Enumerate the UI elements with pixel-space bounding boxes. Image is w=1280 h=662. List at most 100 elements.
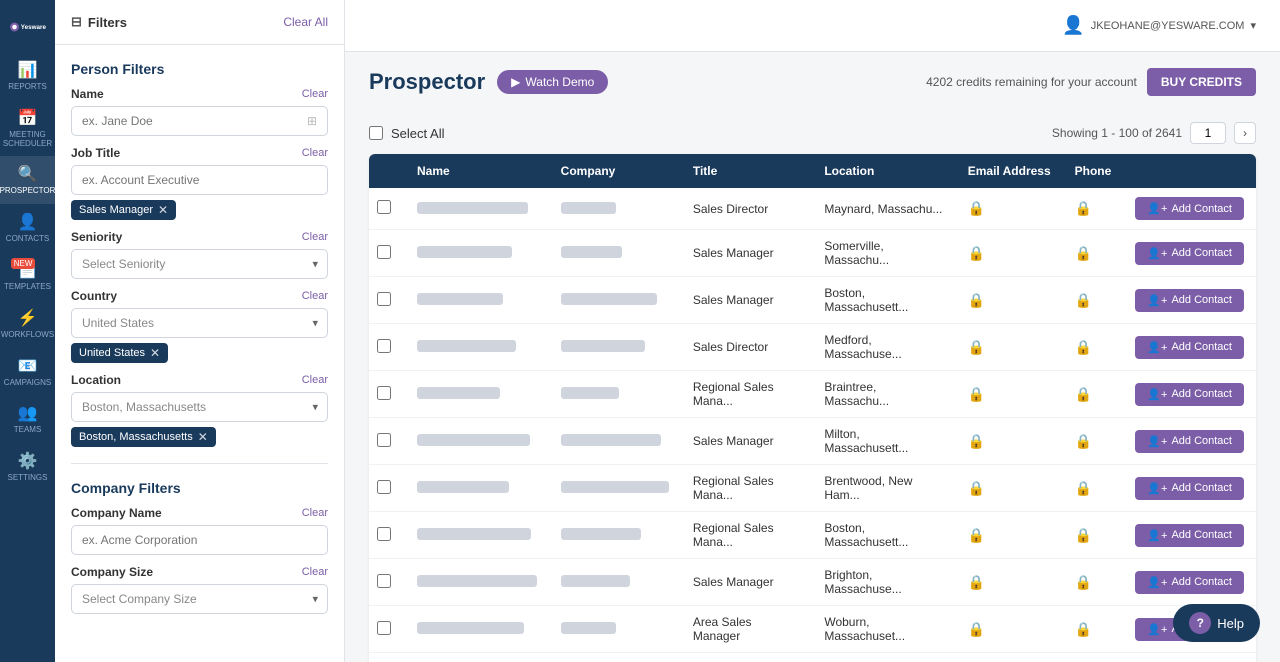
company-name-clear-button[interactable]: Clear — [302, 507, 328, 519]
location-select-wrapper: Boston, Massachusetts ▾ — [71, 392, 328, 422]
buy-credits-button[interactable]: BUY CREDITS — [1147, 68, 1256, 96]
add-contact-button[interactable]: 👤+ Add Contact — [1135, 477, 1244, 500]
row-checkbox[interactable] — [377, 386, 391, 400]
add-contact-button[interactable]: 👤+ Add Contact — [1135, 197, 1244, 220]
row-location-cell: Somerville, Massachu... — [812, 230, 955, 277]
row-company-cell — [549, 465, 681, 512]
row-action-cell: 👤+ Add Contact — [1123, 418, 1256, 465]
name-input[interactable] — [82, 114, 303, 128]
sidebar-item-reports[interactable]: 📊 REPORTS — [0, 52, 55, 100]
row-checkbox[interactable] — [377, 527, 391, 541]
sidebar-item-teams[interactable]: 👥 TEAMS — [0, 395, 55, 443]
row-checkbox[interactable] — [377, 480, 391, 494]
company-col-header: Company — [549, 154, 681, 188]
location-clear-button[interactable]: Clear — [302, 374, 328, 386]
row-checkbox[interactable] — [377, 621, 391, 635]
blurred-name — [417, 293, 503, 305]
country-select[interactable]: United States — [71, 308, 328, 338]
job-title-input-wrapper — [71, 165, 328, 195]
job-title-tag: Sales Manager ✕ — [71, 195, 328, 220]
sidebar-item-contacts[interactable]: 👤 CONTACTS — [0, 204, 55, 252]
company-size-select[interactable]: Select Company Size — [71, 584, 328, 614]
add-contact-button[interactable]: 👤+ Add Contact — [1135, 242, 1244, 265]
row-company-cell — [549, 606, 681, 653]
company-name-input[interactable] — [82, 533, 317, 547]
table-body: Sales Director Maynard, Massachu... 🔒 🔒 … — [369, 188, 1256, 662]
row-checkbox[interactable] — [377, 574, 391, 588]
row-checkbox[interactable] — [377, 245, 391, 259]
sidebar-item-workflows[interactable]: ⚡ WORKFLOWS — [0, 300, 55, 348]
blurred-name — [417, 434, 530, 446]
add-contact-icon: 👤+ — [1147, 388, 1167, 401]
sidebar-item-meeting-scheduler[interactable]: 📅 MEETINGSCHEDULER — [0, 100, 55, 157]
name-input-wrapper: ⊞ — [71, 106, 328, 136]
row-checkbox[interactable] — [377, 200, 391, 214]
add-contact-button[interactable]: 👤+ Add Contact — [1135, 571, 1244, 594]
row-checkbox[interactable] — [377, 292, 391, 306]
location-select[interactable]: Boston, Massachusetts — [71, 392, 328, 422]
header-row: Name Company Title Location Email Addres… — [369, 154, 1256, 188]
logo: Yesware — [0, 8, 55, 52]
row-checkbox-cell — [369, 371, 405, 418]
sidebar-item-prospector[interactable]: 🔍 PROSPECTOR — [0, 156, 55, 204]
job-title-clear-button[interactable]: Clear — [302, 147, 328, 159]
company-size-clear-button[interactable]: Clear — [302, 566, 328, 578]
filters-sidebar: ⊟ Filters Clear All Person Filters Name … — [55, 0, 345, 662]
row-checkbox[interactable] — [377, 433, 391, 447]
sidebar-item-settings[interactable]: ⚙️ SETTINGS — [0, 443, 55, 491]
sidebar-item-campaigns[interactable]: 📧 CAMPAIGNS — [0, 348, 55, 396]
row-title-cell: Sales Director — [681, 324, 812, 371]
boston-tag-remove[interactable]: ✕ — [198, 430, 208, 444]
row-checkbox-cell — [369, 324, 405, 371]
blurred-name — [417, 622, 524, 634]
add-contact-button[interactable]: 👤+ Add Contact — [1135, 524, 1244, 547]
help-bubble[interactable]: ? Help — [1173, 604, 1260, 642]
job-title-input[interactable] — [82, 173, 317, 187]
company-filters-section: Company Filters Company Name Clear Compa… — [71, 476, 328, 614]
select-all-checkbox[interactable] — [369, 126, 383, 140]
table-header: Name Company Title Location Email Addres… — [369, 154, 1256, 188]
blurred-company — [561, 387, 620, 399]
row-checkbox-cell — [369, 230, 405, 277]
seniority-clear-button[interactable]: Clear — [302, 231, 328, 243]
clear-all-button[interactable]: Clear All — [283, 15, 328, 29]
row-location-cell: Milton, Massachusett... — [812, 418, 955, 465]
watch-demo-button[interactable]: ▶ Watch Demo — [497, 70, 608, 94]
company-size-select-wrapper: Select Company Size ▾ — [71, 584, 328, 614]
table-row: Sales Director Medford, Massachuse... 🔒 … — [369, 324, 1256, 371]
company-name-label: Company Name — [71, 506, 162, 520]
row-phone-cell: 🔒 — [1063, 324, 1124, 371]
row-email-cell: 🔒 — [956, 465, 1063, 512]
country-clear-button[interactable]: Clear — [302, 290, 328, 302]
row-name-cell — [405, 324, 549, 371]
row-location-cell: Boston, Massachusett... — [812, 512, 955, 559]
table-row: Regional Sales Mana... Boston, Massachus… — [369, 512, 1256, 559]
user-info[interactable]: 👤 JKEOHANE@YESWARE.COM ▾ — [1062, 15, 1256, 36]
next-page-button[interactable]: › — [1234, 122, 1256, 144]
seniority-select-wrapper: Select Seniority ▾ — [71, 249, 328, 279]
row-email-cell: 🔒 — [956, 277, 1063, 324]
blurred-name — [417, 202, 528, 214]
add-contact-button[interactable]: 👤+ Add Contact — [1135, 430, 1244, 453]
row-email-cell: 🔒 — [956, 324, 1063, 371]
add-contact-button[interactable]: 👤+ Add Contact — [1135, 383, 1244, 406]
sidebar-item-templates[interactable]: 📄 NEW TEMPLATES — [0, 252, 55, 300]
page-number-input[interactable] — [1190, 122, 1226, 144]
row-checkbox[interactable] — [377, 339, 391, 353]
phone-lock-icon: 🔒 — [1075, 339, 1092, 355]
add-contact-button[interactable]: 👤+ Add Contact — [1135, 336, 1244, 359]
name-label: Name — [71, 87, 104, 101]
svg-text:Yesware: Yesware — [20, 24, 45, 31]
row-phone-cell: 🔒 — [1063, 371, 1124, 418]
sales-manager-tag-remove[interactable]: ✕ — [158, 203, 168, 217]
table-row: Regional Sales Mana... Braintree, Massac… — [369, 371, 1256, 418]
row-location-cell: Brentwood, New Ham... — [812, 465, 955, 512]
row-title-cell: Sales Manager — [681, 559, 812, 606]
filters-title: Filters — [88, 15, 127, 30]
add-contact-button[interactable]: 👤+ Add Contact — [1135, 289, 1244, 312]
row-phone-cell: 🔒 — [1063, 512, 1124, 559]
row-title-cell: Regional Sales Mana... — [681, 512, 812, 559]
name-clear-button[interactable]: Clear — [302, 88, 328, 100]
seniority-select[interactable]: Select Seniority — [71, 249, 328, 279]
united-states-tag-remove[interactable]: ✕ — [150, 346, 160, 360]
